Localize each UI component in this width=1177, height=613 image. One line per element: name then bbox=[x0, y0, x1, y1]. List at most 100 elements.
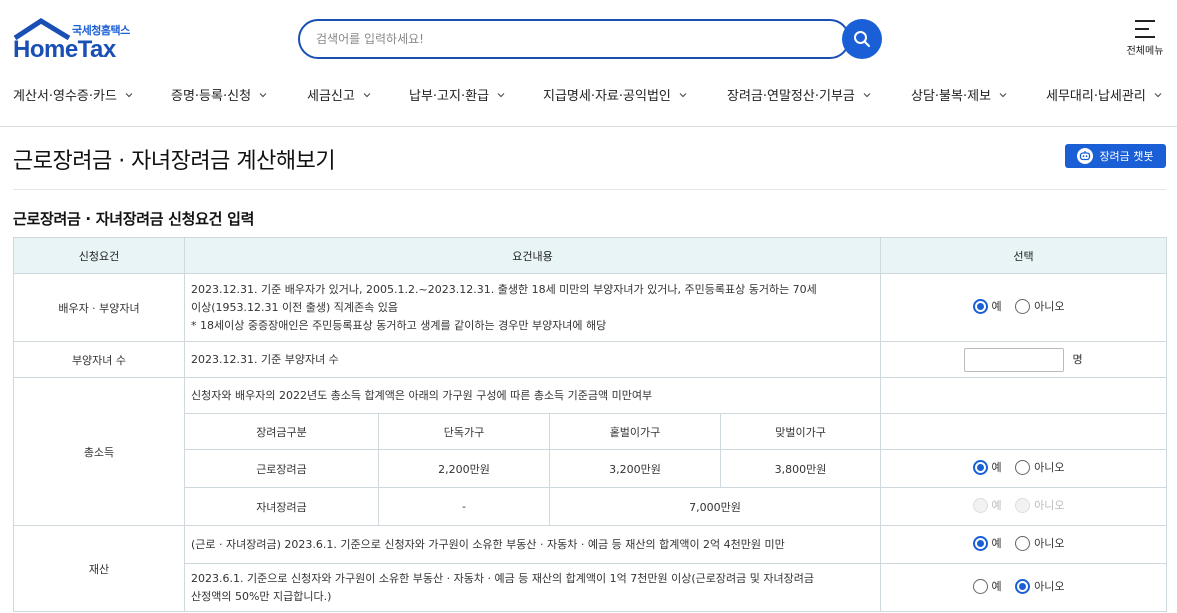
radio-label: 예 bbox=[991, 580, 1002, 594]
nav-label: 장려금·연말정산·기부금 bbox=[727, 89, 855, 104]
radio-income-child-yes[interactable]: 예 bbox=[972, 497, 1002, 513]
radio-empty-icon bbox=[1015, 535, 1031, 551]
row-label-children: 부양자녀 수 bbox=[13, 341, 185, 378]
income-child-single: - bbox=[378, 487, 550, 526]
chatbot-icon bbox=[1077, 148, 1094, 164]
income-earned-single: 2,200만원 bbox=[378, 449, 550, 488]
children-count-input[interactable] bbox=[964, 347, 1065, 372]
table-header-row: 신청요건 요건내용 선택 bbox=[13, 237, 1168, 274]
nav-item-tax-filing[interactable]: 세금신고 bbox=[307, 85, 371, 104]
row-content-spouse: 2023.12.31. 기준 배우자가 있거나, 2005.1.2.~2023.… bbox=[183, 273, 882, 342]
empty-cell bbox=[880, 377, 1168, 414]
radio-assets1-yes[interactable]: 예 bbox=[972, 535, 1002, 551]
logo-wordmark: HomeTax bbox=[13, 36, 116, 63]
page-title: 근로장려금 · 자녀장려금 계산해보기 bbox=[13, 149, 336, 174]
row-label-income: 총소득 bbox=[13, 377, 185, 526]
radio-selected-icon bbox=[1015, 578, 1031, 594]
main-nav: 계산서·영수증·카드 증명·등록·신청 세금신고 납부·고지·환급 지급명세·자… bbox=[0, 78, 1177, 112]
title-divider bbox=[13, 189, 1166, 190]
radio-spouse-no[interactable]: 아니오 bbox=[1015, 298, 1065, 314]
radio-selected-icon bbox=[972, 459, 988, 475]
search-input[interactable] bbox=[300, 21, 848, 57]
nav-item-certificates[interactable]: 증명·등록·신청 bbox=[171, 85, 267, 104]
search-box bbox=[298, 19, 850, 59]
nav-item-invoices[interactable]: 계산서·영수증·카드 bbox=[13, 85, 133, 104]
chevron-down-icon bbox=[363, 92, 371, 97]
radio-assets1-no[interactable]: 아니오 bbox=[1015, 535, 1065, 551]
row-content-assets-1: (근로 · 자녀장려금) 2023.6.1. 기준으로 신청자와 가구원이 소유… bbox=[183, 525, 882, 564]
table-row: 2023.6.1. 기준으로 신청자와 가구원이 소유한 부동산 · 자동차 ·… bbox=[14, 563, 1168, 612]
empty-cell bbox=[880, 413, 1168, 450]
chatbot-button[interactable]: 장려금 챗봇 bbox=[1065, 144, 1166, 168]
table-row: 근로장려금 2,200만원 3,200만원 3,800만원 예 아니오 bbox=[14, 449, 1168, 488]
content-note: * 18세이상 중증장애인은 주민등록표상 동거하고 생계를 같이하는 경우만 … bbox=[191, 318, 607, 332]
chevron-down-icon bbox=[497, 92, 505, 97]
radio-label: 예 bbox=[991, 499, 1002, 513]
hometax-logo[interactable]: 국세청홈택스 HomeTax bbox=[13, 18, 135, 63]
radio-disabled-icon bbox=[1015, 497, 1031, 513]
radio-label: 아니오 bbox=[1034, 499, 1065, 513]
sub-header-single: 단독가구 bbox=[378, 413, 550, 450]
content-line: 이상(1953.12.31 이전 출생) 직계존속 있음 bbox=[191, 300, 398, 314]
row-content-income: 신청자와 배우자의 2022년도 총소득 합계액은 아래의 가구원 구성에 따른… bbox=[183, 377, 882, 414]
radio-empty-icon bbox=[1015, 459, 1031, 475]
table-row: 자녀장려금 - 7,000만원 예 아니오 bbox=[14, 487, 1168, 526]
row-choice-spouse: 예 아니오 bbox=[880, 273, 1168, 342]
radio-selected-icon bbox=[972, 298, 988, 314]
all-menu-button[interactable]: 전체메뉴 bbox=[1124, 18, 1166, 62]
radio-selected-icon bbox=[972, 535, 988, 551]
nav-label: 납부·고지·환급 bbox=[409, 89, 490, 104]
row-choice-assets-2: 예 아니오 bbox=[880, 563, 1168, 612]
chevron-down-icon bbox=[1154, 92, 1162, 97]
table-row: 장려금구분 단독가구 홑벌이가구 맞벌이가구 bbox=[14, 413, 1168, 450]
radio-income-earned-yes[interactable]: 예 bbox=[972, 459, 1002, 475]
nav-label: 세금신고 bbox=[307, 89, 355, 104]
radio-empty-icon bbox=[1015, 298, 1031, 314]
requirements-table: 신청요건 요건내용 선택 배우자 · 부양자녀 2023.12.31. 기준 배… bbox=[13, 237, 1168, 612]
nav-label: 증명·등록·신청 bbox=[171, 89, 252, 104]
chevron-down-icon bbox=[125, 92, 133, 97]
radio-assets2-yes[interactable]: 예 bbox=[972, 578, 1002, 594]
income-earned-dual-earner: 3,800만원 bbox=[719, 449, 882, 488]
nav-item-tax-agent[interactable]: 세무대리·납세관리 bbox=[1046, 85, 1162, 104]
income-earned-single-earner: 3,200만원 bbox=[549, 449, 721, 488]
radio-label: 아니오 bbox=[1034, 580, 1065, 594]
nav-label: 상담·불복·제보 bbox=[911, 89, 992, 104]
row-label-assets: 재산 bbox=[13, 525, 185, 612]
header: 국세청홈택스 HomeTax 전체메뉴 bbox=[0, 0, 1177, 70]
search-button[interactable] bbox=[842, 19, 882, 59]
chevron-down-icon bbox=[999, 92, 1007, 97]
radio-label: 예 bbox=[991, 537, 1002, 551]
chevron-down-icon bbox=[679, 92, 687, 97]
nav-item-consulting[interactable]: 상담·불복·제보 bbox=[911, 85, 1007, 104]
chatbot-label: 장려금 챗봇 bbox=[1099, 150, 1154, 163]
radio-label: 아니오 bbox=[1034, 300, 1065, 314]
nav-item-statements[interactable]: 지급명세·자료·공익법인 bbox=[543, 85, 687, 104]
row-label-spouse: 배우자 · 부양자녀 bbox=[13, 273, 185, 342]
header-requirement: 신청요건 bbox=[13, 237, 185, 274]
unit-label: 명 bbox=[1072, 352, 1083, 366]
nav-label: 세무대리·납세관리 bbox=[1046, 89, 1146, 104]
nav-item-incentives[interactable]: 장려금·연말정산·기부금 bbox=[727, 85, 871, 104]
income-type-child: 자녀장려금 bbox=[184, 487, 379, 526]
radio-assets2-no[interactable]: 아니오 bbox=[1015, 578, 1065, 594]
hamburger-icon bbox=[1135, 20, 1155, 38]
radio-income-child-no[interactable]: 아니오 bbox=[1015, 497, 1065, 513]
section-title: 근로장려금 · 자녀장려금 신청요건 입력 bbox=[13, 210, 255, 228]
radio-spouse-yes[interactable]: 예 bbox=[972, 298, 1002, 314]
nav-label: 지급명세·자료·공익법인 bbox=[543, 89, 671, 104]
radio-income-earned-no[interactable]: 아니오 bbox=[1015, 459, 1065, 475]
sub-header-single-earner: 홑벌이가구 bbox=[549, 413, 721, 450]
table-row: 부양자녀 수 2023.12.31. 기준 부양자녀 수 명 bbox=[13, 341, 1168, 378]
income-type-earned: 근로장려금 bbox=[184, 449, 379, 488]
sub-header-dual-earner: 맞벌이가구 bbox=[719, 413, 882, 450]
row-choice-income-earned: 예 아니오 bbox=[880, 449, 1168, 488]
radio-label: 아니오 bbox=[1034, 537, 1065, 551]
content-line: 2023.12.31. 기준 배우자가 있거나, 2005.1.2.~2023.… bbox=[191, 282, 817, 296]
radio-label: 예 bbox=[991, 300, 1002, 314]
radio-label: 아니오 bbox=[1034, 461, 1065, 475]
income-child-household: 7,000만원 bbox=[548, 487, 882, 526]
nav-divider bbox=[0, 126, 1177, 127]
table-row: 총소득 신청자와 배우자의 2022년도 총소득 합계액은 아래의 가구원 구성… bbox=[13, 377, 1168, 526]
nav-item-payment[interactable]: 납부·고지·환급 bbox=[409, 85, 505, 104]
